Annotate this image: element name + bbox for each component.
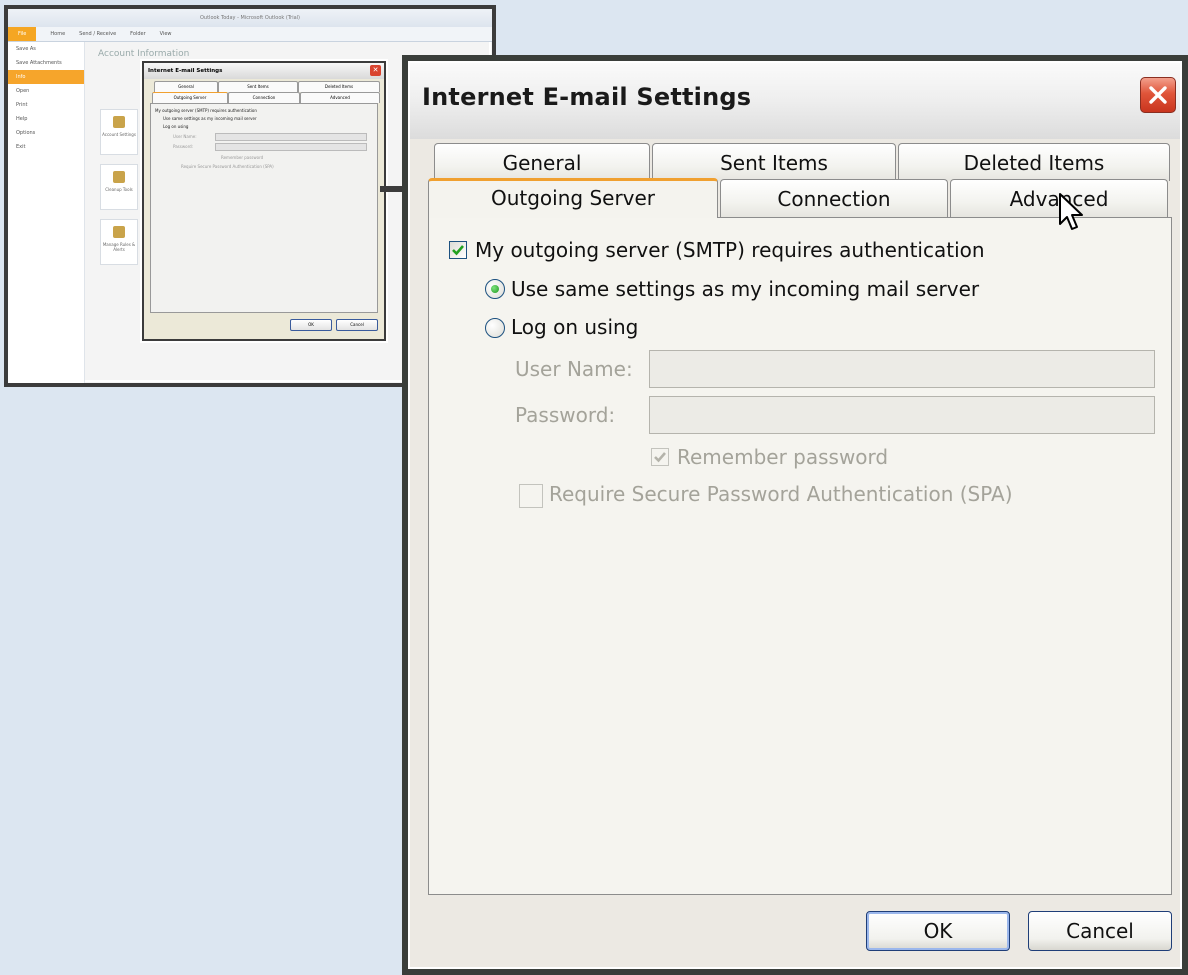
requires-auth-label[interactable]: My outgoing server (SMTP) requires authe… [475, 238, 985, 262]
thumbnail-ribbon: File Home Send / Receive Folder View [8, 27, 492, 42]
user-name-field[interactable] [649, 350, 1155, 388]
spa-checkbox[interactable] [519, 484, 543, 508]
thumbnail-tab-sent-items: Sent Items [218, 81, 298, 92]
remember-password-label[interactable]: Remember password [677, 445, 888, 469]
use-same-settings-radio[interactable] [485, 279, 505, 299]
thumbnail-backstage-item-selected: Info [8, 70, 84, 84]
thumbnail-ribbon-tab-view: View [159, 31, 172, 37]
tab-deleted-items[interactable]: Deleted Items [898, 143, 1170, 181]
use-same-settings-label[interactable]: Use same settings as my incoming mail se… [511, 277, 979, 301]
thumbnail-dialog-title-text: Internet E-mail Settings [148, 68, 223, 74]
thumbnail-line: User Name: [173, 134, 197, 139]
thumbnail-backstage-item: Print [16, 102, 28, 108]
thumbnail-backstage-item: Options [16, 130, 36, 136]
check-icon [654, 452, 666, 463]
thumbnail-page-heading: Account Information [98, 49, 190, 59]
requires-auth-checkbox[interactable] [449, 241, 467, 259]
thumbnail-ribbon-tab-file: File [8, 27, 37, 41]
thumbnail-tile-label: Manage Rules & Alerts [102, 242, 136, 252]
radio-selected-dot [491, 285, 499, 293]
thumbnail-tile-cleanup-tools: Cleanup Tools [100, 164, 138, 210]
thumbnail-backstage-item: Save Attachments [16, 60, 62, 66]
mouse-pointer-icon [1059, 193, 1083, 230]
thumbnail-tab-deleted-items: Deleted Items [298, 81, 380, 92]
thumbnail-tile-label: Cleanup Tools [105, 187, 133, 192]
password-field[interactable] [649, 396, 1155, 434]
thumbnail-dialog-title: Internet E-mail Settings ✕ [144, 63, 384, 79]
thumbnail-window-title: Outlook Today - Microsoft Outlook (Trial… [199, 15, 301, 21]
thumbnail-backstage-item: Help [16, 116, 28, 122]
thumbnail-backstage-menu: Save As Save Attachments Info Open Print… [8, 42, 85, 383]
thumbnail-line: My outgoing server (SMTP) requires authe… [155, 108, 257, 113]
user-name-label: User Name: [515, 357, 633, 381]
account-settings-icon [113, 116, 125, 128]
ok-button[interactable]: OK [866, 911, 1010, 951]
close-icon: ✕ [370, 65, 381, 76]
close-icon [1149, 86, 1167, 104]
cancel-button[interactable]: Cancel [1028, 911, 1172, 951]
tab-outgoing-server[interactable]: Outgoing Server [428, 178, 718, 218]
thumbnail-ok-button: OK [290, 319, 332, 331]
thumbnail-cancel-button: Cancel [336, 319, 378, 331]
close-button[interactable] [1140, 77, 1176, 113]
cleanup-tools-icon [113, 171, 125, 183]
thumbnail-backstage-item: Exit [16, 144, 26, 150]
thumbnail-tab-connection: Connection [228, 92, 300, 103]
thumbnail-user-name-field [215, 133, 367, 141]
thumbnail-tab-general: General [154, 81, 218, 92]
remember-password-checkbox[interactable] [651, 448, 669, 466]
thumbnail-tile-manage-rules: Manage Rules & Alerts [100, 219, 138, 265]
spa-label[interactable]: Require Secure Password Authentication (… [549, 482, 1013, 506]
connector-line [380, 186, 404, 192]
thumbnail-tile-label: Account Settings [102, 132, 136, 137]
thumbnail-ribbon-tab-home: Home [50, 31, 66, 37]
thumbnail-line: Log on using [163, 124, 189, 129]
thumbnail-ribbon-tab-send-receive: Send / Receive [79, 31, 117, 37]
tab-general[interactable]: General [434, 143, 650, 181]
log-on-using-label[interactable]: Log on using [511, 315, 638, 339]
log-on-using-radio[interactable] [485, 318, 505, 338]
dialog-title: Internet E-mail Settings [422, 83, 752, 111]
check-icon [452, 245, 464, 256]
tab-sent-items[interactable]: Sent Items [652, 143, 896, 181]
thumbnail-title-bar: Outlook Today - Microsoft Outlook (Trial… [8, 9, 492, 28]
thumbnail-backstage-item: Save As [16, 46, 36, 52]
manage-rules-icon [113, 226, 125, 238]
thumbnail-line: Require Secure Password Authentication (… [181, 164, 274, 169]
thumbnail-line: Use same settings as my incoming mail se… [163, 116, 257, 121]
thumbnail-line: Remember password [221, 155, 264, 160]
thumbnail-tile-account-settings: Account Settings [100, 109, 138, 155]
thumbnail-tab-outgoing-server: Outgoing Server [152, 92, 228, 103]
thumbnail-line: Password: [173, 144, 194, 149]
thumbnail-password-field [215, 143, 367, 151]
outgoing-server-panel: My outgoing server (SMTP) requires authe… [428, 217, 1172, 895]
thumbnail-dialog-body: My outgoing server (SMTP) requires authe… [150, 103, 378, 313]
dialog-title-bar[interactable]: Internet E-mail Settings [410, 63, 1180, 139]
thumbnail-dialog-tabs: General Sent Items Deleted Items Outgoin… [150, 81, 380, 103]
tab-connection[interactable]: Connection [720, 179, 948, 217]
thumbnail-email-settings-dialog: Internet E-mail Settings ✕ General Sent … [142, 61, 386, 341]
thumbnail-ribbon-tab-folder: Folder [130, 31, 146, 37]
thumbnail-tab-advanced: Advanced [300, 92, 380, 103]
thumbnail-backstage-item: Open [16, 88, 30, 94]
password-label: Password: [515, 403, 616, 427]
